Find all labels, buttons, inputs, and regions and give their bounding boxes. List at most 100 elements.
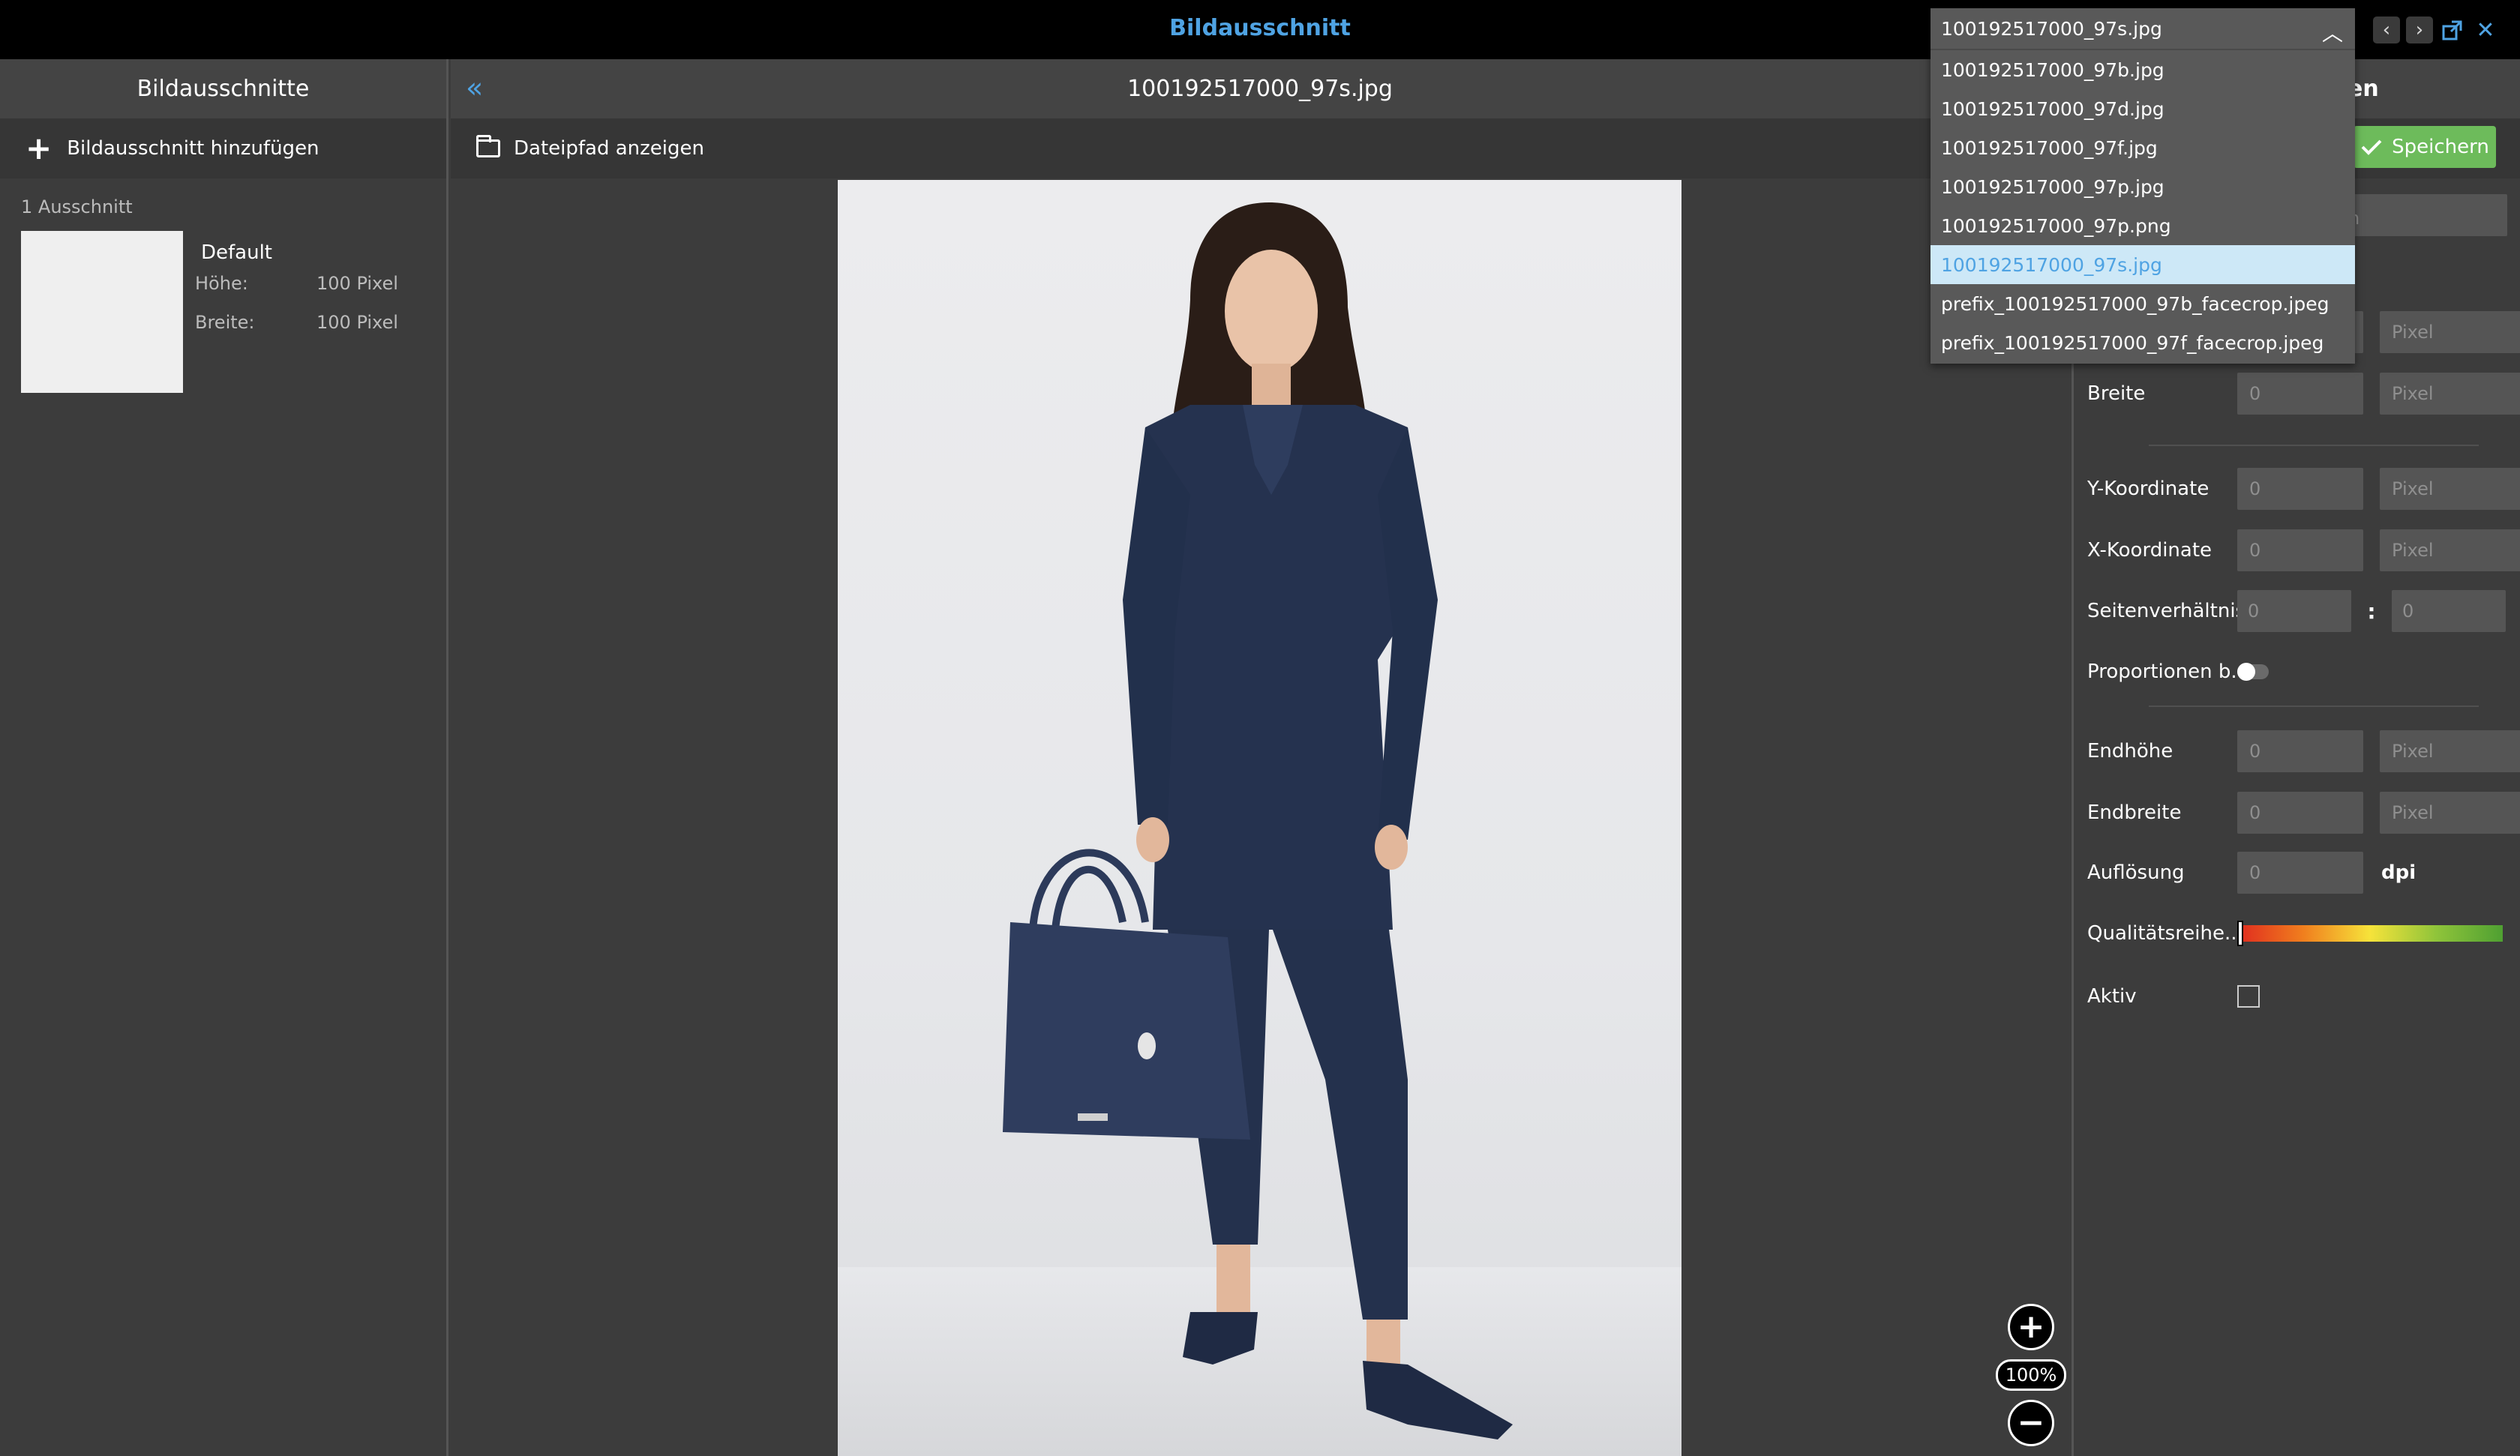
minus-icon: − [2017,1404,2045,1442]
quality-slider-handle[interactable] [2237,921,2243,946]
resolution-unit: dpi [2381,861,2416,884]
y-coordinate-label: Y-Koordinate [2087,478,2210,500]
app-title: Bildausschnitt [1169,15,1351,41]
crop-height-label: Höhe: [195,273,248,294]
width-label: Breite [2087,382,2146,405]
quality-row: Qualitätsreihe... [2087,912,2503,954]
end-height-label: Endhöhe [2087,740,2174,762]
chevron-right-icon: › [2415,19,2424,41]
crop-width-value: 100 Pixel [316,312,398,333]
file-option[interactable]: 100192517000_97p.png [1930,206,2355,245]
divider [2149,445,2479,446]
end-width-label: Endbreite [2087,801,2182,824]
crop-height-value: 100 Pixel [316,273,398,294]
active-row: Aktiv [2087,975,2260,1017]
resolution-input[interactable]: 0 [2237,852,2363,894]
end-height-row: Endhöhe 0 Pixel [2087,730,2520,772]
resolution-label: Auflösung [2087,861,2185,884]
file-option[interactable]: prefix_100192517000_97b_facecrop.jpeg [1930,284,2355,323]
image-panel-header: « 100192517000_97s.jpg [451,59,2069,118]
proportions-toggle[interactable] [2237,663,2269,681]
crop-count: 1 Ausschnitt [21,196,133,217]
file-select-options: 100192517000_97b.jpg 100192517000_97d.jp… [1930,50,2355,362]
file-option[interactable]: 100192517000_97f.jpg [1930,128,2355,167]
file-select-current[interactable]: 100192517000_97s.jpg ︿ [1930,8,2355,50]
end-width-input[interactable]: 0 [2237,792,2363,834]
x-coordinate-input[interactable]: 0 [2237,529,2363,571]
image-toolbar: Dateipfad anzeigen [451,118,2069,178]
aspect-ratio-b-input[interactable]: 0 [2392,590,2506,632]
chevron-up-icon: ︿ [2321,21,2343,46]
show-path-button[interactable]: Dateipfad anzeigen [476,135,704,160]
file-option[interactable]: 100192517000_97b.jpg [1930,50,2355,89]
crop-thumbnail [21,231,183,393]
quality-slider[interactable] [2237,921,2503,946]
width-unit[interactable]: Pixel [2380,373,2520,415]
active-label: Aktiv [2087,985,2137,1008]
aspect-ratio-a-input[interactable]: 0 [2237,590,2351,632]
file-option[interactable]: prefix_100192517000_97f_facecrop.jpeg [1930,323,2355,362]
window-controls: ‹ › ✕ [2373,16,2499,43]
crop-width-label: Breite: [195,312,255,333]
width-input[interactable]: 0 [2237,373,2363,415]
y-coordinate-input[interactable]: 0 [2237,468,2363,510]
aspect-ratio-label: Seitenverhältnis [2087,600,2237,622]
active-checkbox[interactable] [2237,985,2260,1008]
zoom-in-button[interactable]: + [2008,1304,2054,1350]
x-coordinate-row: X-Koordinate 0 Pixel [2087,529,2520,571]
crop-name: Default [201,241,272,264]
next-image-button[interactable]: › [2406,16,2433,43]
width-row: Breite 0 Pixel [2087,373,2520,415]
file-select-value: 100192517000_97s.jpg [1941,17,2162,40]
x-coordinate-unit[interactable]: Pixel [2380,529,2520,571]
image-filename: 100192517000_97s.jpg [1127,76,1393,102]
chevron-left-icon: ‹ [2382,19,2391,41]
save-label: Speichern [2392,136,2489,158]
file-select-dropdown[interactable]: 100192517000_97s.jpg ︿ 100192517000_97b.… [1930,8,2355,364]
model-illustration [838,202,1682,1456]
plus-icon: + [2017,1308,2045,1346]
divider [2149,706,2479,707]
proportions-label: Proportionen b... [2087,661,2237,683]
previous-image-button[interactable]: ‹ [2373,16,2400,43]
x-coordinate-label: X-Koordinate [2087,539,2212,562]
close-icon: ✕ [2476,16,2495,43]
crops-panel-title: Bildausschnitte [0,59,446,118]
show-path-label: Dateipfad anzeigen [514,137,704,160]
close-button[interactable]: ✕ [2472,16,2499,43]
crop-height-row: Höhe: 100 Pixel [195,273,398,294]
toggle-knob [2237,663,2255,681]
y-coordinate-row: Y-Koordinate 0 Pixel [2087,468,2520,510]
end-height-input[interactable]: 0 [2237,730,2363,772]
quality-label: Qualitätsreihe... [2087,922,2237,945]
folder-icon [476,135,500,157]
crop-width-row: Breite: 100 Pixel [195,312,398,333]
zoom-level: 100% [1995,1359,2067,1391]
file-option[interactable]: 100192517000_97d.jpg [1930,89,2355,128]
settings-title: en [2348,76,2379,102]
crops-panel: Bildausschnitte + Bildausschnitt hinzufü… [0,59,448,1456]
checkmark-icon [2361,139,2382,155]
external-link-icon [2442,20,2462,40]
open-external-button[interactable] [2439,16,2466,43]
y-coordinate-unit[interactable]: Pixel [2380,468,2520,510]
height-unit[interactable]: Pixel [2380,311,2520,353]
image-panel: « 100192517000_97s.jpg Dateipfad anzeige… [451,59,2069,1456]
save-button[interactable]: Speichern [2354,126,2496,168]
end-width-unit[interactable]: Pixel [2380,792,2520,834]
add-crop-button[interactable]: + Bildausschnitt hinzufügen [0,118,446,178]
add-crop-label: Bildausschnitt hinzufügen [67,137,320,160]
file-option-selected[interactable]: 100192517000_97s.jpg [1930,245,2355,284]
resolution-row: Auflösung 0 dpi [2087,852,2416,894]
crop-item-default[interactable]: Default Höhe: 100 Pixel Breite: 100 Pixel [0,231,446,403]
plus-icon: + [26,130,52,166]
aspect-ratio-separator: : [2367,598,2376,624]
file-option[interactable]: 100192517000_97p.jpg [1930,167,2355,206]
end-width-row: Endbreite 0 Pixel [2087,792,2520,834]
aspect-ratio-row: Seitenverhältnis 0 : 0 [2087,590,2506,632]
end-height-unit[interactable]: Pixel [2380,730,2520,772]
zoom-controls: + 100% − [1995,1304,2067,1446]
zoom-out-button[interactable]: − [2008,1400,2054,1446]
product-photo[interactable] [838,180,1682,1456]
proportions-row: Proportionen b... [2087,651,2269,693]
